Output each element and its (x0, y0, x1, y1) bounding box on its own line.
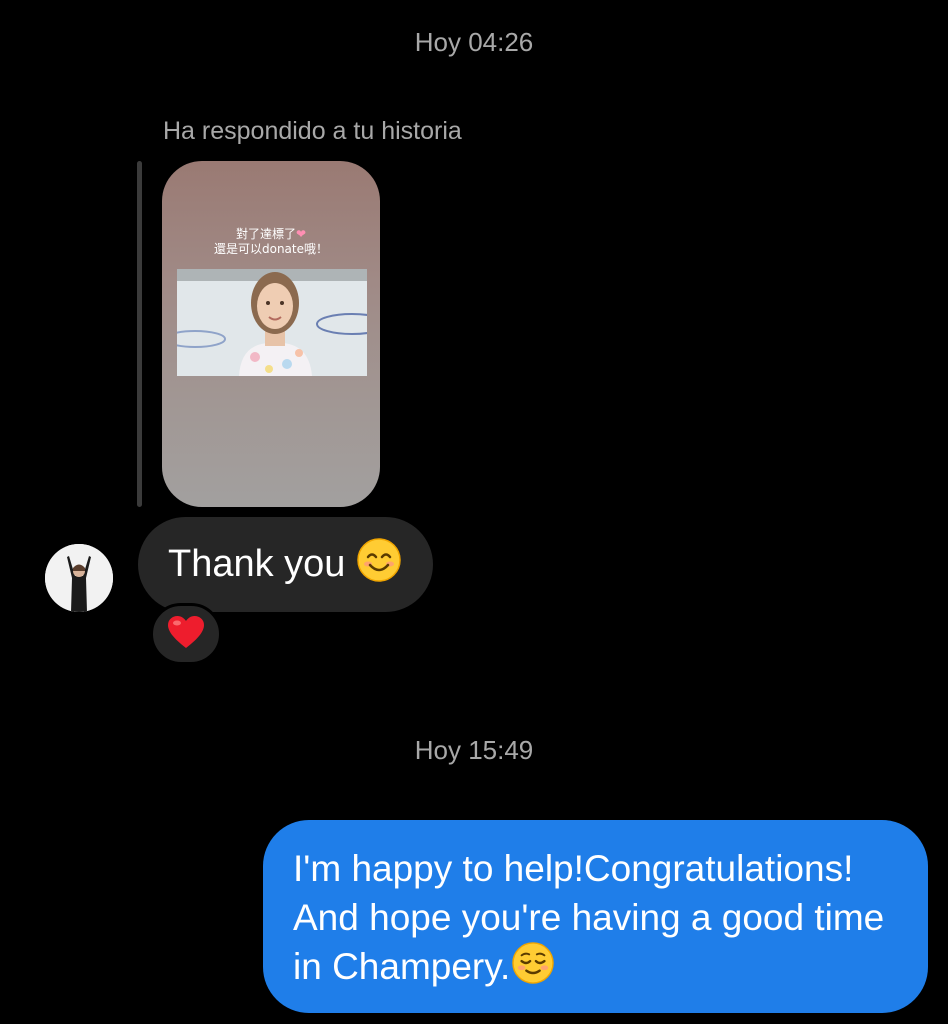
story-preview[interactable]: 對了達標了❤ 還是可以donate哦！ (162, 161, 380, 507)
avatar[interactable] (45, 544, 113, 612)
message-bubble-outgoing[interactable]: I'm happy to help!Congratulations! And h… (263, 820, 928, 1013)
relieved-face-icon (512, 942, 555, 996)
message-bubble-incoming[interactable]: Thank you (138, 517, 433, 612)
pink-heart-icon: ❤ (295, 227, 307, 241)
reaction-badge[interactable] (150, 603, 222, 665)
message-text: I'm happy to help!Congratulations! And h… (293, 848, 885, 987)
smiling-face-icon (357, 537, 402, 592)
story-reply-label: Ha respondido a tu historia (163, 117, 462, 145)
heart-icon (167, 615, 205, 654)
story-caption: 對了達標了❤ 還是可以donate哦！ (213, 227, 328, 256)
timestamp: Hoy 15:49 (414, 735, 534, 765)
timestamp: Hoy 04:26 (414, 27, 534, 57)
message-text: Thank you (168, 543, 346, 585)
story-photo (177, 269, 367, 376)
quote-bar (137, 161, 142, 507)
